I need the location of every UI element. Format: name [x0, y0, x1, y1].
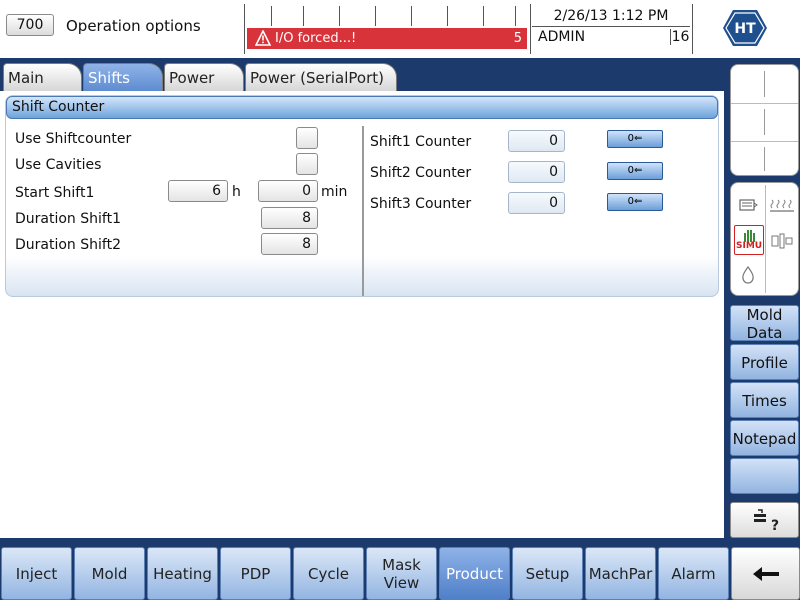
shift2-counter-value: 0	[508, 161, 565, 183]
nav-machpar[interactable]: MachPar	[585, 547, 656, 600]
tab-shifts[interactable]: Shifts	[83, 63, 163, 91]
tab-power[interactable]: Power	[164, 63, 244, 91]
header-divider	[692, 4, 693, 54]
tab-main[interactable]: Main	[3, 63, 82, 91]
status-tickbar	[245, 6, 527, 26]
duration-shift2-label: Duration Shift2	[15, 237, 121, 253]
nav-mask-view[interactable]: Mask View	[366, 547, 437, 600]
sidebar-status-box	[730, 64, 799, 176]
document-icon[interactable]	[733, 191, 763, 219]
shift2-counter-label: Shift2 Counter	[370, 165, 472, 181]
duration-shift2-input[interactable]: 8	[261, 233, 318, 255]
help-button[interactable]: ?	[730, 502, 799, 538]
panel-title: Shift Counter	[6, 96, 718, 119]
notepad-button[interactable]: Notepad	[730, 420, 799, 456]
start-shift1-hours-input[interactable]: 6	[168, 180, 228, 202]
shift-counter-panel: Shift Counter Use Shiftcounter Use Cavit…	[5, 95, 719, 297]
shift1-counter-label: Shift1 Counter	[370, 134, 472, 150]
hours-unit: h	[232, 184, 241, 200]
shift1-counter-reset-button[interactable]: 0⇐	[607, 130, 663, 148]
alarm-count: 5	[513, 31, 522, 46]
back-button[interactable]	[731, 547, 800, 600]
nav-alarm[interactable]: Alarm	[658, 547, 729, 600]
nav-heating[interactable]: Heating	[147, 547, 218, 600]
main-content: Shift Counter Use Shiftcounter Use Cavit…	[0, 91, 724, 538]
use-cavities-checkbox[interactable]	[296, 153, 318, 175]
user-name[interactable]: ADMIN	[538, 29, 585, 45]
arrow-left-icon	[752, 567, 779, 581]
nav-product[interactable]: Product	[439, 547, 510, 600]
use-shiftcounter-checkbox[interactable]	[296, 127, 318, 149]
nav-inject[interactable]: Inject	[1, 547, 72, 600]
logo-text: HT	[734, 21, 756, 37]
alarm-text: I/O forced...!	[275, 31, 357, 46]
panel-divider	[362, 126, 364, 296]
duration-shift1-input[interactable]: 8	[261, 207, 318, 229]
use-cavities-label: Use Cavities	[15, 157, 102, 173]
use-shiftcounter-label: Use Shiftcounter	[15, 131, 132, 147]
nav-setup[interactable]: Setup	[512, 547, 583, 600]
heating-icon[interactable]	[767, 191, 797, 219]
drop-icon[interactable]	[733, 261, 763, 289]
start-shift1-label: Start Shift1	[15, 185, 95, 201]
shift2-counter-reset-button[interactable]: 0⇐	[607, 162, 663, 180]
header-divider	[530, 4, 531, 54]
sidebar-icon-box: SIMU	[730, 182, 799, 296]
help-icon: ?	[753, 509, 779, 534]
shift3-counter-reset-button[interactable]: 0⇐	[607, 193, 663, 211]
warning-icon	[255, 30, 271, 46]
svg-text:?: ?	[771, 518, 779, 534]
alarm-bar[interactable]: I/O forced...! 5	[247, 28, 527, 49]
mold-data-button[interactable]: Mold Data	[730, 305, 799, 342]
ht-logo: HT	[723, 10, 767, 46]
sidebar-empty-button[interactable]	[730, 458, 799, 494]
simu-button[interactable]: SIMU	[734, 225, 764, 255]
shift3-counter-value: 0	[508, 192, 565, 214]
nav-pdp[interactable]: PDP	[220, 547, 291, 600]
nav-cycle[interactable]: Cycle	[293, 547, 364, 600]
datetime: 2/26/13 1:12 PM	[532, 6, 690, 27]
machine-icon[interactable]	[767, 227, 797, 255]
header-bar: 700 Operation options I/O forced...! 5 2…	[0, 0, 800, 58]
user-level: 16	[670, 29, 690, 45]
screen-title: Operation options	[66, 17, 201, 35]
nav-mold[interactable]: Mold	[74, 547, 145, 600]
simu-label: SIMU	[736, 241, 763, 251]
tab-power-serialport[interactable]: Power (SerialPort)	[245, 63, 397, 91]
screen-number[interactable]: 700	[6, 14, 54, 36]
minutes-unit: min	[321, 184, 348, 200]
shift1-counter-value: 0	[508, 130, 565, 152]
shift3-counter-label: Shift3 Counter	[370, 196, 472, 212]
start-shift1-minutes-input[interactable]: 0	[258, 180, 318, 202]
times-button[interactable]: Times	[730, 382, 799, 418]
profile-button[interactable]: Profile	[730, 344, 799, 380]
duration-shift1-label: Duration Shift1	[15, 211, 121, 227]
